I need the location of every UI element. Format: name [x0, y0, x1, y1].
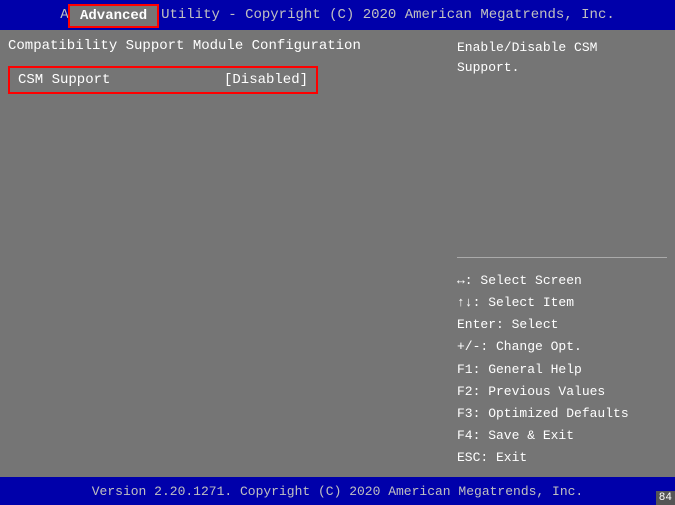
key-hint-f2: F2: Previous Values [457, 381, 667, 403]
footer-bar: Version 2.20.1271. Copyright (C) 2020 Am… [0, 477, 675, 505]
key-hint-f3: F3: Optimized Defaults [457, 403, 667, 425]
help-line2: Support. [457, 60, 519, 75]
help-text: Enable/Disable CSM Support. [457, 38, 667, 77]
footer-version: Version 2.20.1271. Copyright (C) 2020 Am… [92, 484, 583, 499]
left-spacer [8, 102, 449, 469]
header-bar: Aptio Setup Utility - Copyright (C) 2020… [0, 0, 675, 30]
help-line1: Enable/Disable CSM [457, 40, 597, 55]
section-title: Compatibility Support Module Configurati… [8, 38, 449, 54]
key-hint-f1: F1: General Help [457, 359, 667, 381]
right-panel: Enable/Disable CSM Support. ↔: Select Sc… [457, 38, 667, 469]
left-panel: Compatibility Support Module Configurati… [8, 38, 449, 469]
key-hints: ↔: Select Screen ↑↓: Select Item Enter: … [457, 270, 667, 469]
key-hint-change: +/-: Change Opt. [457, 336, 667, 358]
right-spacer [457, 89, 667, 249]
divider [457, 257, 667, 258]
key-hint-item: ↑↓: Select Item [457, 292, 667, 314]
key-hint-esc: ESC: Exit [457, 447, 667, 469]
footer-badge: 84 [656, 491, 675, 505]
csm-support-label: CSM Support [18, 72, 216, 88]
main-content: Compatibility Support Module Configurati… [0, 30, 675, 477]
advanced-tab[interactable]: Advanced [68, 4, 159, 28]
key-hint-enter: Enter: Select [457, 314, 667, 336]
key-hint-f4: F4: Save & Exit [457, 425, 667, 447]
csm-support-item[interactable]: CSM Support [Disabled] [8, 66, 318, 94]
csm-support-value: [Disabled] [224, 72, 308, 88]
key-hint-screen: ↔: Select Screen [457, 270, 667, 292]
bios-screen: Aptio Setup Utility - Copyright (C) 2020… [0, 0, 675, 505]
